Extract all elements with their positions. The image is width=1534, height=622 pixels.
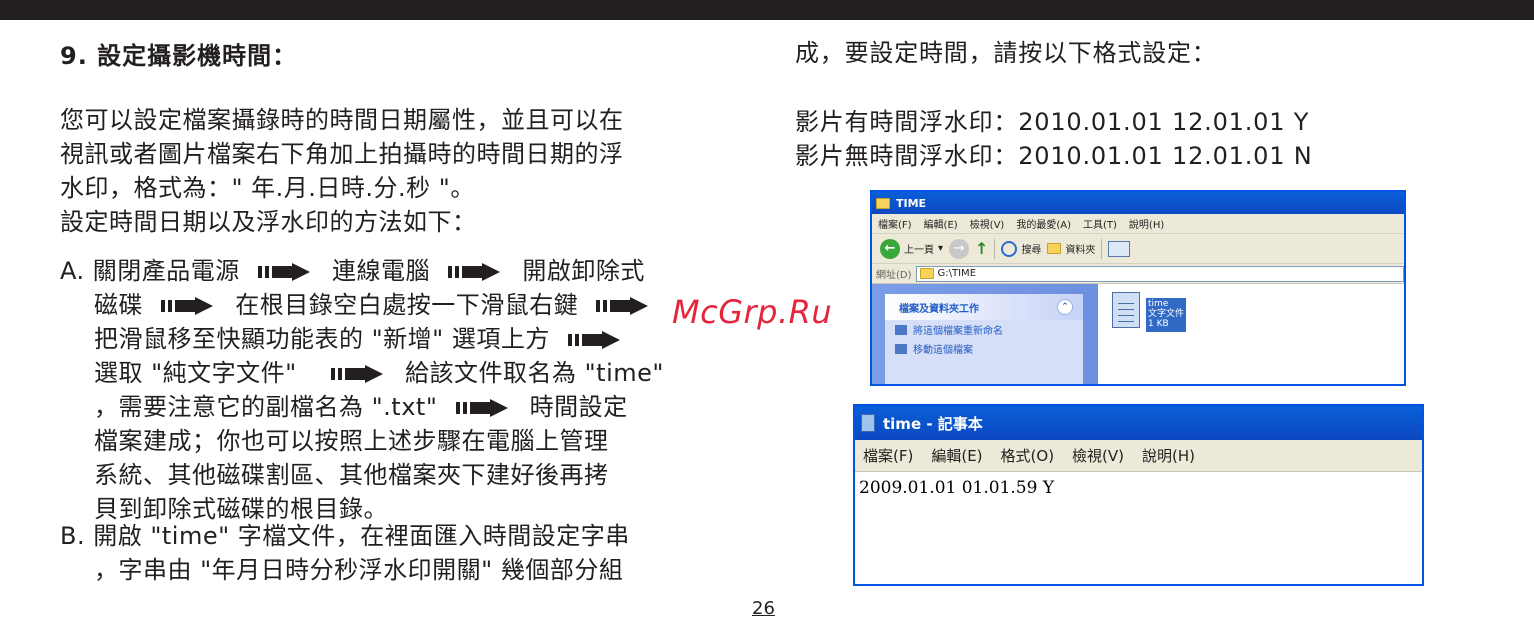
- step-a: A. 關閉產品電源 連線電腦 開啟卸除式 磁碟 在根目錄空白處按一下滑鼠右鍵 把…: [60, 255, 664, 527]
- menu-file: 檔案(F): [863, 447, 914, 465]
- move-icon: [895, 343, 907, 354]
- task-label: 移動這個檔案: [913, 345, 973, 356]
- notepad-menubar: 檔案(F) 編輯(E) 格式(O) 檢視(V) 說明(H): [855, 440, 1422, 472]
- menu-file: 檔案(F): [878, 220, 912, 231]
- collapse-icon: ⌃: [1057, 299, 1073, 315]
- notepad-title: time - 記事本: [883, 414, 983, 433]
- task-item-move: 移動這個檔案: [885, 339, 1083, 358]
- arrow-icon: [330, 365, 387, 383]
- file-type: 文字文件: [1148, 309, 1185, 319]
- back-arrow-icon: ←: [880, 238, 900, 259]
- menu-help: 說明(H): [1128, 220, 1165, 231]
- text-file-icon: [1112, 292, 1140, 328]
- step-text: B. 開啟 "time" 字檔文件，在裡面匯入時間設定字串: [60, 522, 630, 550]
- arrow-icon: [161, 297, 217, 315]
- step-text: 連線電腦: [332, 257, 431, 285]
- task-item-rename: 將這個檔案重新命名: [885, 320, 1083, 339]
- address-field: G:\TIME: [915, 265, 1404, 282]
- notepad-window-screenshot: time - 記事本 檔案(F) 編輯(E) 格式(O) 檢視(V) 說明(H)…: [853, 404, 1424, 586]
- task-box: 檔案及資料夾工作 ⌃ 將這個檔案重新命名 移動這個檔案: [885, 294, 1083, 384]
- step-text: ，字串由 "年月日時分秒浮水印開關" 幾個部分組: [94, 556, 624, 584]
- step-text: 給該文件取名為 "time": [405, 359, 664, 387]
- folder-icon: [919, 268, 934, 279]
- dropdown-icon: ▾: [938, 243, 944, 254]
- arrow-icon: [448, 263, 504, 281]
- step-text: 貝到卸除式磁碟的根目錄。: [94, 495, 388, 523]
- back-label: 上一頁: [904, 245, 934, 256]
- step-text: A. 關閉產品電源: [60, 257, 240, 285]
- format-without-watermark: 影片無時間浮水印：2010.01.01 12.01.01 N: [795, 142, 1313, 170]
- arrow-icon: [596, 297, 652, 315]
- arrow-icon: [567, 331, 624, 349]
- step-text: ，需要注意它的副檔名為 ".txt": [94, 393, 438, 421]
- menu-tools: 工具(T): [1083, 220, 1117, 231]
- folders-button: 資料夾: [1047, 241, 1095, 256]
- intro-line: 視訊或者圖片檔案右下角加上拍攝時的時間日期的浮: [60, 140, 624, 168]
- intro-line: 您可以設定檔案攝錄時的時間日期屬性，並且可以在: [60, 106, 624, 134]
- notepad-content: 2009.01.01 01.01.59 Y: [859, 478, 1055, 498]
- step-text: 系統、其他磁碟割區、其他檔案夾下建好後再拷: [94, 461, 609, 489]
- notepad-titlebar: time - 記事本: [855, 406, 1422, 440]
- task-pane: 檔案及資料夾工作 ⌃ 將這個檔案重新命名 移動這個檔案: [872, 284, 1098, 384]
- back-button: ← 上一頁 ▾: [880, 238, 944, 259]
- menu-view: 檢視(V): [969, 220, 1005, 231]
- menu-edit: 編輯(E): [923, 220, 958, 231]
- menu-favorites: 我的最愛(A): [1016, 220, 1071, 231]
- views-icon: [1108, 240, 1131, 257]
- explorer-title: TIME: [896, 196, 927, 210]
- folders-label: 資料夾: [1065, 245, 1096, 256]
- search-button: 搜尋: [1001, 240, 1042, 257]
- toolbar-separator: [994, 238, 996, 259]
- intro-line: 水印，格式為：" 年.月.日時.分.秒 "。: [60, 174, 475, 202]
- file-name: time: [1148, 299, 1169, 309]
- task-title: 檔案及資料夾工作: [899, 303, 979, 315]
- task-label: 將這個檔案重新命名: [913, 326, 1003, 337]
- arrow-icon: [455, 399, 512, 417]
- explorer-window-screenshot: TIME 檔案(F) 編輯(E) 檢視(V) 我的最愛(A) 工具(T) 說明(…: [870, 190, 1406, 386]
- notepad-icon: [861, 414, 875, 432]
- search-label: 搜尋: [1021, 245, 1042, 256]
- address-value: G:\TIME: [937, 268, 977, 279]
- folder-icon: [876, 197, 890, 209]
- forward-arrow-icon: →: [949, 238, 970, 259]
- file-size: 1 KB: [1148, 319, 1169, 329]
- menu-help: 說明(H): [1142, 447, 1195, 465]
- rename-icon: [895, 324, 907, 335]
- file-item: time 文字文件 1 KB: [1112, 292, 1187, 332]
- up-folder-icon: ↑: [975, 239, 989, 258]
- format-with-watermark: 影片有時間浮水印：2010.01.01 12.01.01 Y: [795, 108, 1310, 136]
- intro-line: 設定時間日期以及浮水印的方法如下：: [60, 208, 477, 236]
- toolbar-separator: [1101, 238, 1103, 259]
- search-icon: [1001, 240, 1018, 257]
- step-text: 在根目錄空白處按一下滑鼠右鍵: [235, 291, 579, 319]
- step-text: 時間設定: [529, 393, 628, 421]
- step-text: 檔案建成；你也可以按照上述步驟在電腦上管理: [94, 427, 609, 455]
- explorer-body: 檔案及資料夾工作 ⌃ 將這個檔案重新命名 移動這個檔案 time 文字文件 1 …: [872, 284, 1404, 384]
- page-number: 26: [752, 598, 775, 619]
- folders-icon: [1047, 243, 1062, 254]
- top-bar: [0, 0, 1534, 20]
- right-intro: 成，要設定時間，請按以下格式設定：: [795, 39, 1217, 67]
- step-text: 選取 "純文字文件": [94, 359, 297, 387]
- file-label: time 文字文件 1 KB: [1146, 298, 1187, 332]
- explorer-menubar: 檔案(F) 編輯(E) 檢視(V) 我的最愛(A) 工具(T) 說明(H): [872, 214, 1404, 234]
- menu-view: 檢視(V): [1072, 447, 1125, 465]
- task-header: 檔案及資料夾工作 ⌃: [885, 294, 1083, 320]
- step-text: 磁碟: [94, 291, 143, 319]
- section-title: 9. 設定攝影機時間：: [60, 42, 298, 70]
- menu-edit: 編輯(E): [931, 447, 983, 465]
- site-watermark: McGrp.Ru: [672, 293, 833, 331]
- explorer-titlebar: TIME: [872, 192, 1404, 214]
- watermark-formats: 影片有時間浮水印：2010.01.01 12.01.01 Y 影片無時間浮水印：…: [795, 105, 1313, 173]
- intro-paragraph: 您可以設定檔案攝錄時的時間日期屬性，並且可以在 視訊或者圖片檔案右下角加上拍攝時…: [60, 103, 624, 239]
- menu-format: 格式(O): [1000, 447, 1055, 465]
- address-label: 網址(D): [876, 270, 912, 281]
- step-b: B. 開啟 "time" 字檔文件，在裡面匯入時間設定字串 ，字串由 "年月日時…: [60, 520, 630, 588]
- address-bar: 網址(D) G:\TIME: [872, 264, 1404, 284]
- step-text: 開啟卸除式: [522, 257, 645, 285]
- step-text: 把滑鼠移至快顯功能表的 "新增" 選項上方: [94, 325, 550, 353]
- arrow-icon: [257, 263, 314, 281]
- explorer-toolbar: ← 上一頁 ▾ → ↑ 搜尋 資料夾: [872, 234, 1404, 264]
